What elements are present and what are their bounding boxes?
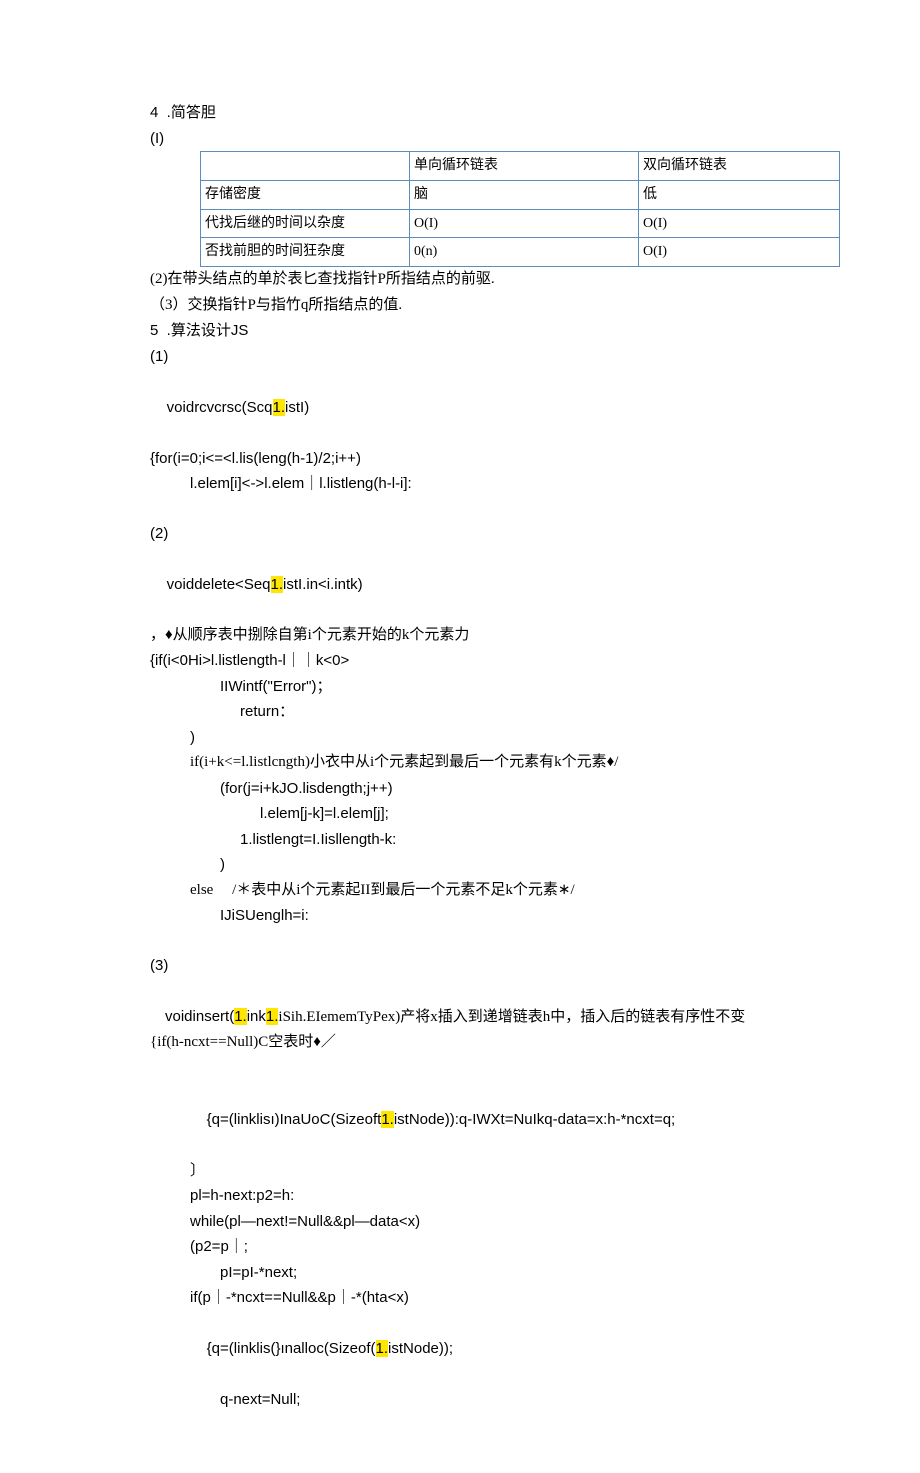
- code-text: {q=(linklis(}ınalloc(Sizeof(: [207, 1340, 376, 1357]
- cell: O(I): [639, 238, 840, 267]
- heading-4: 4 .简答胆: [150, 100, 770, 126]
- code-text: istNode)):q-IWXt=NuIkq-data=x:h-*ncxt=q;: [394, 1111, 675, 1128]
- code-line: pl=h-next:p2=h:: [150, 1183, 770, 1209]
- table-row: 存储密度 脑 低: [201, 180, 840, 209]
- code-line: {q=(linklis(}ınalloc(Sizeof(1.istNode));: [150, 1311, 770, 1388]
- code-line: voidrcvcrsc(Scq1.istI): [150, 369, 770, 446]
- comparison-table: 单向循环链表 双向循环链表 存储密度 脑 低 代找后继的时间以杂度 O(I) O…: [200, 151, 840, 267]
- table-row: 代找后继的时间以杂度 O(I) O(I): [201, 209, 840, 238]
- code-text: istI): [285, 399, 309, 416]
- code-line: {for(i=0;i<=<l.lis(leng(h-1)/2;i++): [150, 446, 770, 472]
- code-line: l.elem[j-k]=l.elem[j];: [150, 801, 770, 827]
- code-text: {q=(linklisı)InaUoC(Sizeoft: [207, 1111, 382, 1128]
- code-line: pI=pI-*next;: [150, 1260, 770, 1286]
- code-line: voidinsert(1.ink1.iSih.EIememTyPex)产将x插入…: [150, 978, 770, 1081]
- code-line: 〕: [150, 1158, 770, 1184]
- highlight: 1.: [234, 1008, 247, 1025]
- code-line: l.elem[i]<->l.elem｜l.listleng(h-l-i]:: [150, 471, 770, 497]
- cell: 低: [639, 180, 840, 209]
- label-3: (3): [150, 953, 770, 979]
- paragraph-3: （3）交换指针P与指竹q所指结点的值.: [150, 293, 770, 319]
- document-page: 4 .简答胆 (I) 单向循环链表 双向循环链表 存储密度 脑 低 代找后继的时…: [0, 0, 920, 1473]
- code-line: (for(j=i+kJO.lisdength;j++): [150, 776, 770, 802]
- highlight: 1.: [376, 1340, 389, 1357]
- code-text: istI.in<i.intk): [283, 576, 363, 593]
- table-row: 单向循环链表 双向循环链表: [201, 152, 840, 181]
- label-2: (2): [150, 521, 770, 547]
- label-1: (1): [150, 344, 770, 370]
- code-line: 1.listlengt=I.Iisllength-k:: [150, 827, 770, 853]
- cell: O(I): [410, 209, 639, 238]
- cell: 代找后继的时间以杂度: [201, 209, 410, 238]
- code-text: istNode));: [388, 1340, 453, 1357]
- code-line: IJiSUenglh=i:: [150, 903, 770, 929]
- code-text: ink: [247, 1008, 266, 1025]
- code-text: voidrcvcrsc(Scq: [167, 399, 273, 416]
- code-line: else /＊表中从i个元素起II到最后一个元素不足k个元素∗/: [150, 878, 770, 904]
- cell: 单向循环链表: [410, 152, 639, 181]
- table-row: 否找前胆的时间狂杂度 0(n) O(I): [201, 238, 840, 267]
- code-line: {q=(linklisı)InaUoC(Sizeoft1.istNode)):q…: [150, 1081, 770, 1158]
- heading-5: 5 .算法设计JS: [150, 318, 770, 344]
- code-line: q-next=Null;: [150, 1387, 770, 1413]
- cell: 存储密度: [201, 180, 410, 209]
- cell: 双向循环链表: [639, 152, 840, 181]
- cell: 脑: [410, 180, 639, 209]
- code-line: ): [150, 725, 770, 751]
- cell: 0(n): [410, 238, 639, 267]
- code-line: (p2=p｜;: [150, 1234, 770, 1260]
- code-line: voiddelete<Seq1.istI.in<i.intk): [150, 546, 770, 623]
- code-line: while(pl—next!=Null&&pl—data<x): [150, 1209, 770, 1235]
- cell: [201, 152, 410, 181]
- highlight: 1.: [273, 399, 286, 416]
- cell: 否找前胆的时间狂杂度: [201, 238, 410, 267]
- highlight: 1.: [381, 1111, 394, 1128]
- highlight: 1.: [266, 1008, 279, 1025]
- code-line: if(i+k<=l.listlcngth)小衣中从i个元素起到最后一个元素有k个…: [150, 750, 770, 776]
- code-line: return：: [150, 699, 770, 725]
- label-I: (I): [150, 126, 770, 152]
- code-line: {if(i<0Hi>l.listlength-l｜｜k<0>: [150, 648, 770, 674]
- code-line: IIWintf("Error")；: [150, 674, 770, 700]
- code-line: ): [150, 852, 770, 878]
- code-text: voiddelete<Seq: [167, 576, 271, 593]
- cell: O(I): [639, 209, 840, 238]
- paragraph-2: (2)在带头结点的单於表匕查找指针P所指结点的前驱.: [150, 267, 770, 293]
- code-line: ，♦从顺序表中捌除自第i个元素开始的k个元素力: [150, 623, 770, 649]
- code-line: if(p｜-*ncxt==Null&&p｜-*(hta<x): [150, 1285, 770, 1311]
- code-text: voidinsert(: [165, 1008, 234, 1025]
- highlight: 1.: [271, 576, 284, 593]
